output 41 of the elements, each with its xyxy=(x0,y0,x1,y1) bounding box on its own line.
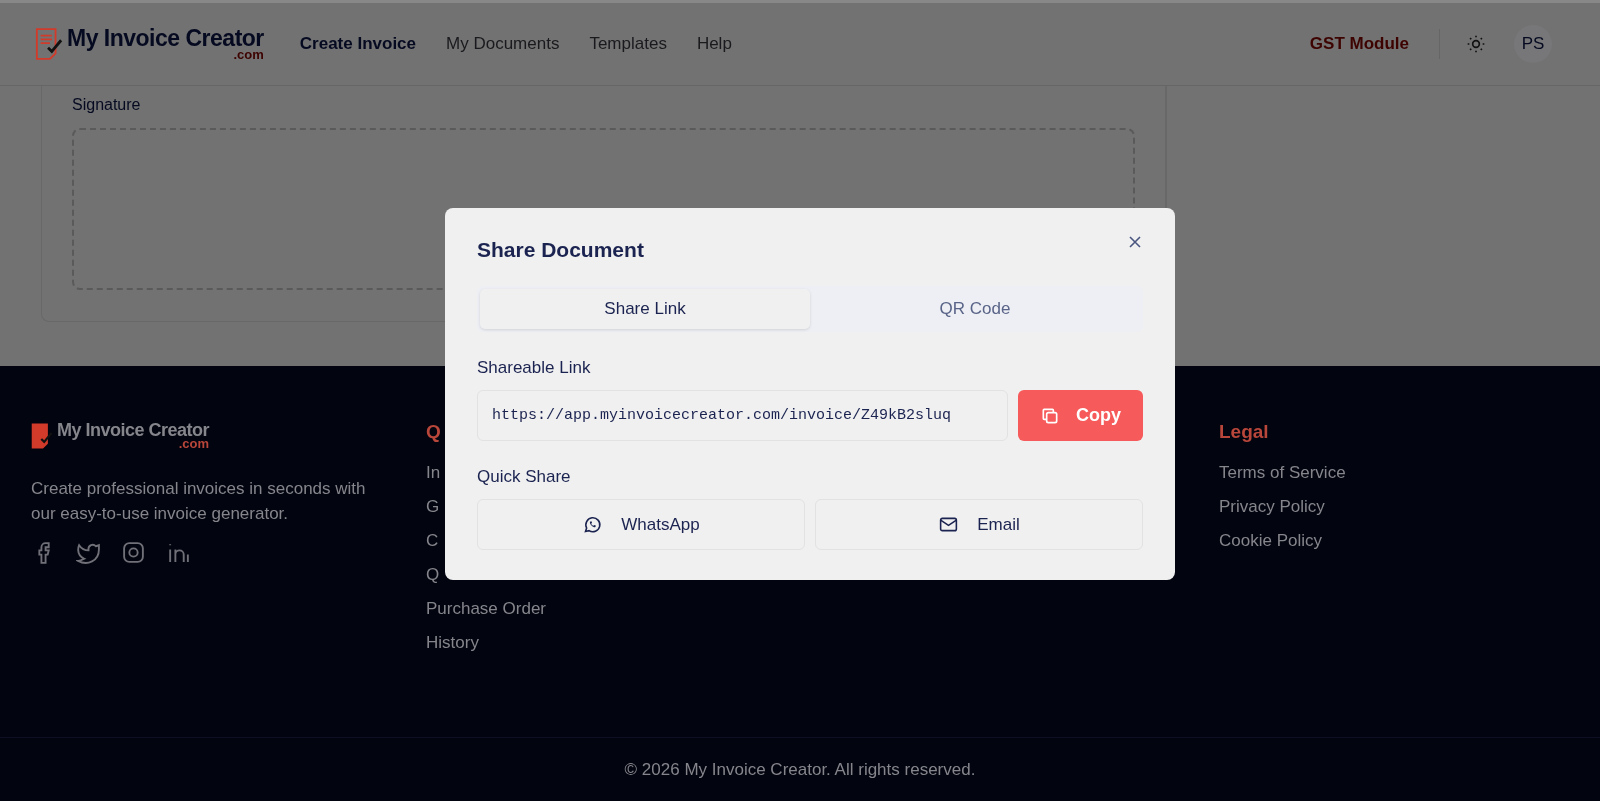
footer-column-heading: Q xyxy=(426,421,442,443)
footer-link[interactable]: Privacy Policy xyxy=(1219,497,1325,517)
nav-link[interactable]: Templates xyxy=(589,34,667,54)
signature-label: Signature xyxy=(72,96,142,114)
nav-link[interactable]: My Documents xyxy=(446,34,560,54)
footer-link[interactable]: History xyxy=(426,633,479,653)
whatsapp-share-button[interactable]: WhatsApp xyxy=(477,499,805,550)
close-icon[interactable] xyxy=(1127,234,1143,250)
gst-module-link[interactable]: GST Module xyxy=(1309,34,1409,54)
footer-link[interactable]: Terms of Service xyxy=(1219,463,1346,483)
logo-suffix: .com xyxy=(178,437,210,450)
section-label: Quick Share xyxy=(477,467,572,487)
footer-tagline: Create professional invoices in seconds with our easy-to-use invoice generator. xyxy=(31,478,367,525)
footer-link[interactable]: G xyxy=(426,497,440,517)
footer-column-heading: Legal xyxy=(1219,421,1270,443)
invoice-logo-icon xyxy=(35,26,63,62)
sun-icon[interactable] xyxy=(1466,34,1486,54)
footer-link[interactable]: Purchase Order xyxy=(426,599,546,619)
instagram-icon[interactable] xyxy=(121,540,146,565)
logo-text: My Invoice Creator xyxy=(67,27,264,50)
footer-link[interactable]: In xyxy=(426,463,441,483)
nav-link[interactable]: Create Invoice xyxy=(299,34,417,54)
copyright-text: © 2026 My Invoice Creator. All rights reserved. xyxy=(624,760,976,780)
dialog-title: Share Document xyxy=(477,238,644,262)
footer-logo[interactable]: My Invoice Creator .com xyxy=(31,421,426,450)
chat-bubble-icon xyxy=(582,514,604,535)
footer-link[interactable]: Q xyxy=(426,565,440,585)
copy-button[interactable]: Copy xyxy=(1018,390,1143,441)
user-avatar[interactable]: PS xyxy=(1514,25,1552,63)
link-input-field[interactable]: https://app.myinvoicecreator.com/invoice/Z49kB2sluq xyxy=(477,390,1008,441)
tab[interactable]: QR Code xyxy=(810,289,1140,329)
logo[interactable]: My Invoice Creator .com xyxy=(35,26,264,62)
logo-text: My Invoice Creator xyxy=(57,421,210,439)
nav-link[interactable]: Help xyxy=(696,34,732,54)
field-label: Shareable Link xyxy=(477,358,592,378)
email-share-button[interactable]: Email xyxy=(815,499,1143,550)
invoice-logo-icon xyxy=(31,421,53,450)
footer-link[interactable]: C xyxy=(426,531,439,551)
tab[interactable]: Share Link xyxy=(480,289,810,329)
footer-link[interactable]: Cookie Policy xyxy=(1219,531,1322,551)
logo-suffix: .com xyxy=(233,48,264,61)
